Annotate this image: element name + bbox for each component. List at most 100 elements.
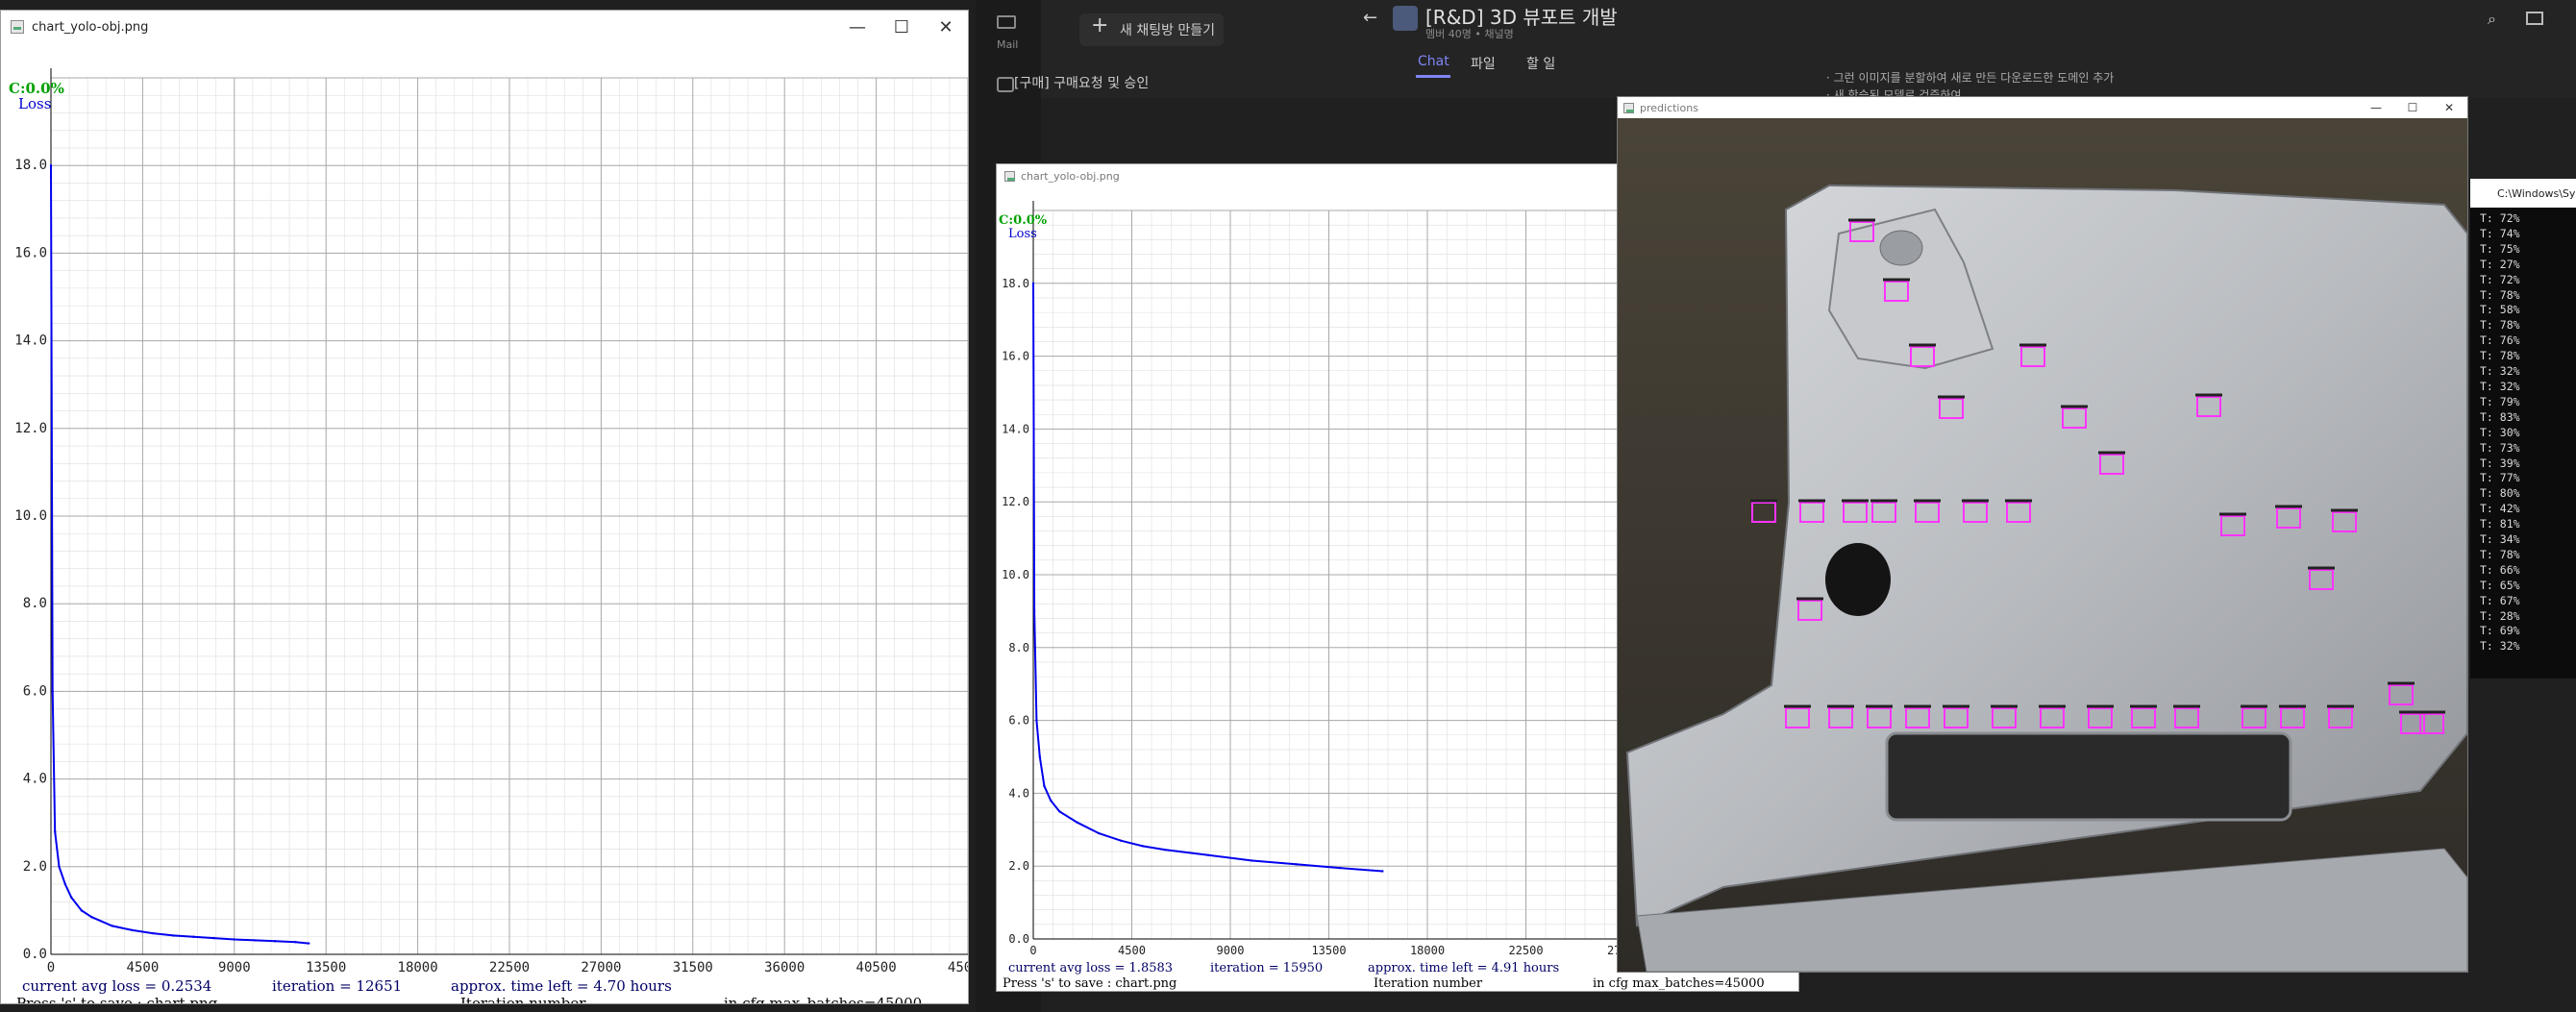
loss-point	[1163, 848, 1166, 852]
loss-point	[131, 928, 134, 932]
terminal-line: T: 81%	[2480, 517, 2520, 531]
loss-point	[1050, 799, 1053, 802]
loss-point	[253, 939, 257, 942]
y-tick-label: 12.0	[1002, 495, 1029, 508]
x-tick-label: 18000	[398, 960, 438, 975]
y-tick-label: 16.0	[1002, 350, 1029, 363]
footer-time-left: approx. time left = 4.70 hours	[451, 977, 672, 995]
window-title: chart_yolo-obj.png	[1021, 169, 1120, 183]
terminal-line: T: 78%	[2480, 318, 2520, 333]
window-controls: — ☐ ✕	[2358, 97, 2467, 118]
image-app-icon	[1623, 102, 1634, 113]
tab-chat[interactable]: Chat	[1418, 54, 1449, 69]
x-tick-label: 0	[1029, 944, 1036, 957]
footer-time-left: approx. time left = 4.91 hours	[1368, 961, 1559, 975]
y-tick-label: 18.0	[14, 158, 47, 173]
terminal-line: T: 27%	[2480, 257, 2520, 271]
y-tick-label: 12.0	[14, 421, 47, 436]
channel-sub: 멤버 40명 • 채널명	[1425, 28, 1514, 40]
footer-avg-loss: current avg loss = 0.2534	[22, 977, 211, 995]
channel-avatar	[1393, 6, 1418, 31]
minimize-button[interactable]: —	[835, 11, 879, 43]
search-icon[interactable]: ⌕	[2488, 10, 2496, 29]
plus-icon: +	[1091, 13, 1109, 37]
y-tick-label: 2.0	[23, 859, 47, 875]
y-tick-label: 14.0	[14, 333, 47, 349]
maximize-button[interactable]: ☐	[879, 11, 924, 43]
loss-point	[1207, 853, 1210, 857]
chat-icon[interactable]	[997, 77, 1014, 92]
loss-point	[192, 935, 195, 938]
x-tick-label: 22500	[1508, 944, 1543, 957]
loss-point	[63, 882, 67, 886]
loss-point	[1031, 282, 1035, 284]
terminal-line: T: 32%	[2480, 379, 2520, 393]
window-titlebar[interactable]: predictions — ☐ ✕	[1618, 97, 2467, 118]
terminal-line: T: 78%	[2480, 349, 2520, 363]
y-tick-label: 10.0	[14, 508, 47, 524]
footer-avg-loss: current avg loss = 1.8583	[1008, 961, 1173, 975]
loss-point	[308, 942, 310, 945]
loss-point	[1141, 845, 1145, 848]
terminal-line: T: 77%	[2480, 471, 2520, 485]
x-tick-label: 4500	[1118, 944, 1146, 957]
loss-point	[1381, 870, 1384, 873]
close-button[interactable]: ✕	[2431, 97, 2467, 118]
footer-axis-label: Iteration number	[1374, 976, 1483, 991]
loss-point	[1119, 839, 1123, 842]
footer-iteration: iteration = 15950	[1210, 961, 1323, 975]
terminal-title: C:\Windows\Sy	[2497, 187, 2576, 200]
terminal-line: T: 78%	[2480, 287, 2520, 302]
loss-point	[1338, 866, 1342, 870]
x-tick-label: 45000	[948, 960, 968, 975]
y-tick-label: 0.0	[23, 947, 47, 962]
minimize-button[interactable]: —	[2358, 97, 2394, 118]
terminal-line: T: 42%	[2480, 502, 2520, 516]
x-tick-label: 9000	[218, 960, 251, 975]
panel-boss	[1879, 230, 1923, 266]
loss-point	[212, 936, 215, 940]
terminal-line: T: 65%	[2480, 578, 2520, 592]
panel-slot	[1885, 731, 2292, 822]
tab-files[interactable]: 파일	[1471, 54, 1496, 73]
close-button[interactable]: ✕	[924, 11, 968, 43]
loss-point	[58, 865, 61, 868]
loss-point	[1038, 755, 1042, 758]
panel-hole	[1825, 543, 1891, 616]
loss-point	[80, 909, 84, 912]
y-tick-label: 8.0	[23, 596, 47, 611]
terminal-line: T: 80%	[2480, 486, 2520, 501]
terminal-titlebar[interactable]: C:\Windows\Sy	[2470, 179, 2576, 208]
message-line-1: · 그런 이미지를 분할하여 새로 만든 다운로드한 도메인 추가	[1826, 71, 2115, 85]
tab-tasks[interactable]: 할 일	[1526, 54, 1555, 73]
maximize-button[interactable]: ☐	[2394, 97, 2431, 118]
terminal-line: T: 34%	[2480, 532, 2520, 547]
panel-icon[interactable]	[2526, 12, 2543, 25]
back-arrow-icon[interactable]: ←	[1363, 8, 1377, 28]
x-tick-label: 13500	[306, 960, 346, 975]
loss-point	[90, 916, 93, 919]
x-tick-label: 13500	[1311, 944, 1346, 957]
loss-point	[1251, 859, 1253, 862]
chat-list-item[interactable]: [구매] 구매요청 및 승인	[1014, 73, 1149, 92]
window-title: chart_yolo-obj.png	[32, 19, 149, 35]
x-tick-label: 22500	[489, 960, 530, 975]
image-app-icon	[11, 20, 24, 34]
y-tick-label: 6.0	[1008, 714, 1029, 728]
terminal-output: T: 72% T: 74% T: 75% T: 27% T: 72% T: 78% T: 5…	[2470, 208, 2576, 654]
loss-point	[1098, 831, 1101, 835]
loss-point	[70, 896, 73, 899]
loss-point	[1295, 863, 1298, 866]
y-tick-label: 2.0	[1008, 859, 1029, 873]
terminal-line: T: 66%	[2480, 562, 2520, 577]
footer-save-hint: Press 's' to save : chart.png	[1003, 976, 1177, 991]
window-titlebar[interactable]: chart_yolo-obj.png — ☐ ✕	[1, 11, 968, 43]
loss-point	[49, 164, 53, 167]
terminal-line: T: 67%	[2480, 593, 2520, 607]
legend-loss: Loss	[18, 95, 51, 112]
loss-point	[111, 925, 113, 927]
predictions-window: predictions — ☐ ✕	[1617, 96, 2468, 973]
terminal-line: T: 79%	[2480, 394, 2520, 408]
mail-icon[interactable]	[997, 15, 1016, 29]
mail-label: Mail	[997, 38, 1019, 51]
